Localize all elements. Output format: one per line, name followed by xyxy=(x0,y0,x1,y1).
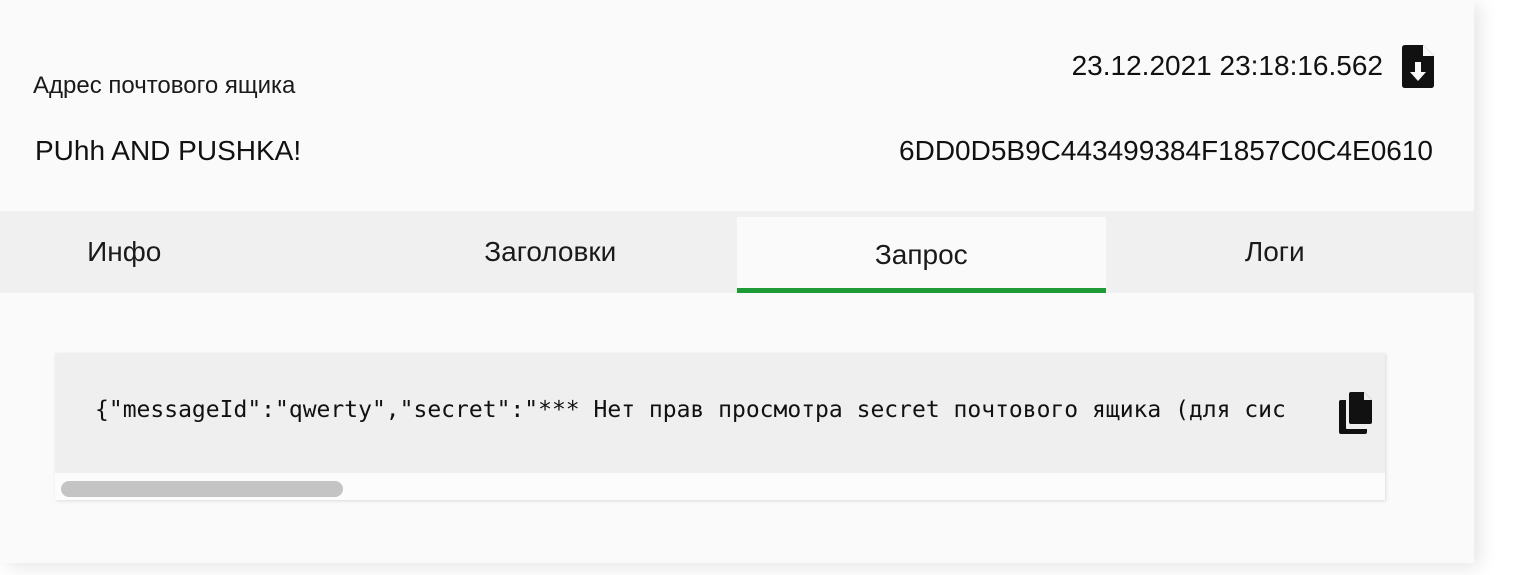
copy-icon xyxy=(1339,392,1372,434)
mailbox-address-label: Адрес почтового ящика xyxy=(33,72,296,99)
horizontal-scrollbar[interactable] xyxy=(55,473,1385,500)
message-id: 6DD0D5B9C443499384F1857C0C4E0610 xyxy=(899,135,1433,166)
tab-info[interactable]: Инфо xyxy=(0,211,369,293)
tab-logs[interactable]: Логи xyxy=(1106,211,1475,293)
tab-label: Инфо xyxy=(87,236,162,267)
mailbox-name: PUhh AND PUSHKA! xyxy=(35,135,302,166)
scrollbar-thumb[interactable] xyxy=(61,481,343,497)
message-detail-panel: Адрес почтового ящика PUhh AND PUSHKA! 2… xyxy=(0,0,1474,563)
tab-label: Заголовки xyxy=(484,236,617,267)
file-download-icon xyxy=(1402,45,1434,88)
tab-label: Логи xyxy=(1244,236,1305,267)
tab-request[interactable]: Запрос xyxy=(737,217,1106,293)
copy-button[interactable] xyxy=(1338,392,1378,434)
request-body-viewer: {"messageId":"qwerty","secret":"*** Нет … xyxy=(55,353,1385,500)
tab-bar: Инфо Заголовки Запрос Логи xyxy=(0,211,1474,293)
message-timestamp: 23.12.2021 23:18:16.562 xyxy=(1071,50,1383,81)
tab-headers[interactable]: Заголовки xyxy=(369,211,738,293)
tab-label: Запрос xyxy=(874,238,968,270)
request-body-scroll-area[interactable]: {"messageId":"qwerty","secret":"*** Нет … xyxy=(55,353,1385,473)
request-body-text: {"messageId":"qwerty","secret":"*** Нет … xyxy=(95,397,1286,423)
download-button[interactable] xyxy=(1402,45,1434,88)
